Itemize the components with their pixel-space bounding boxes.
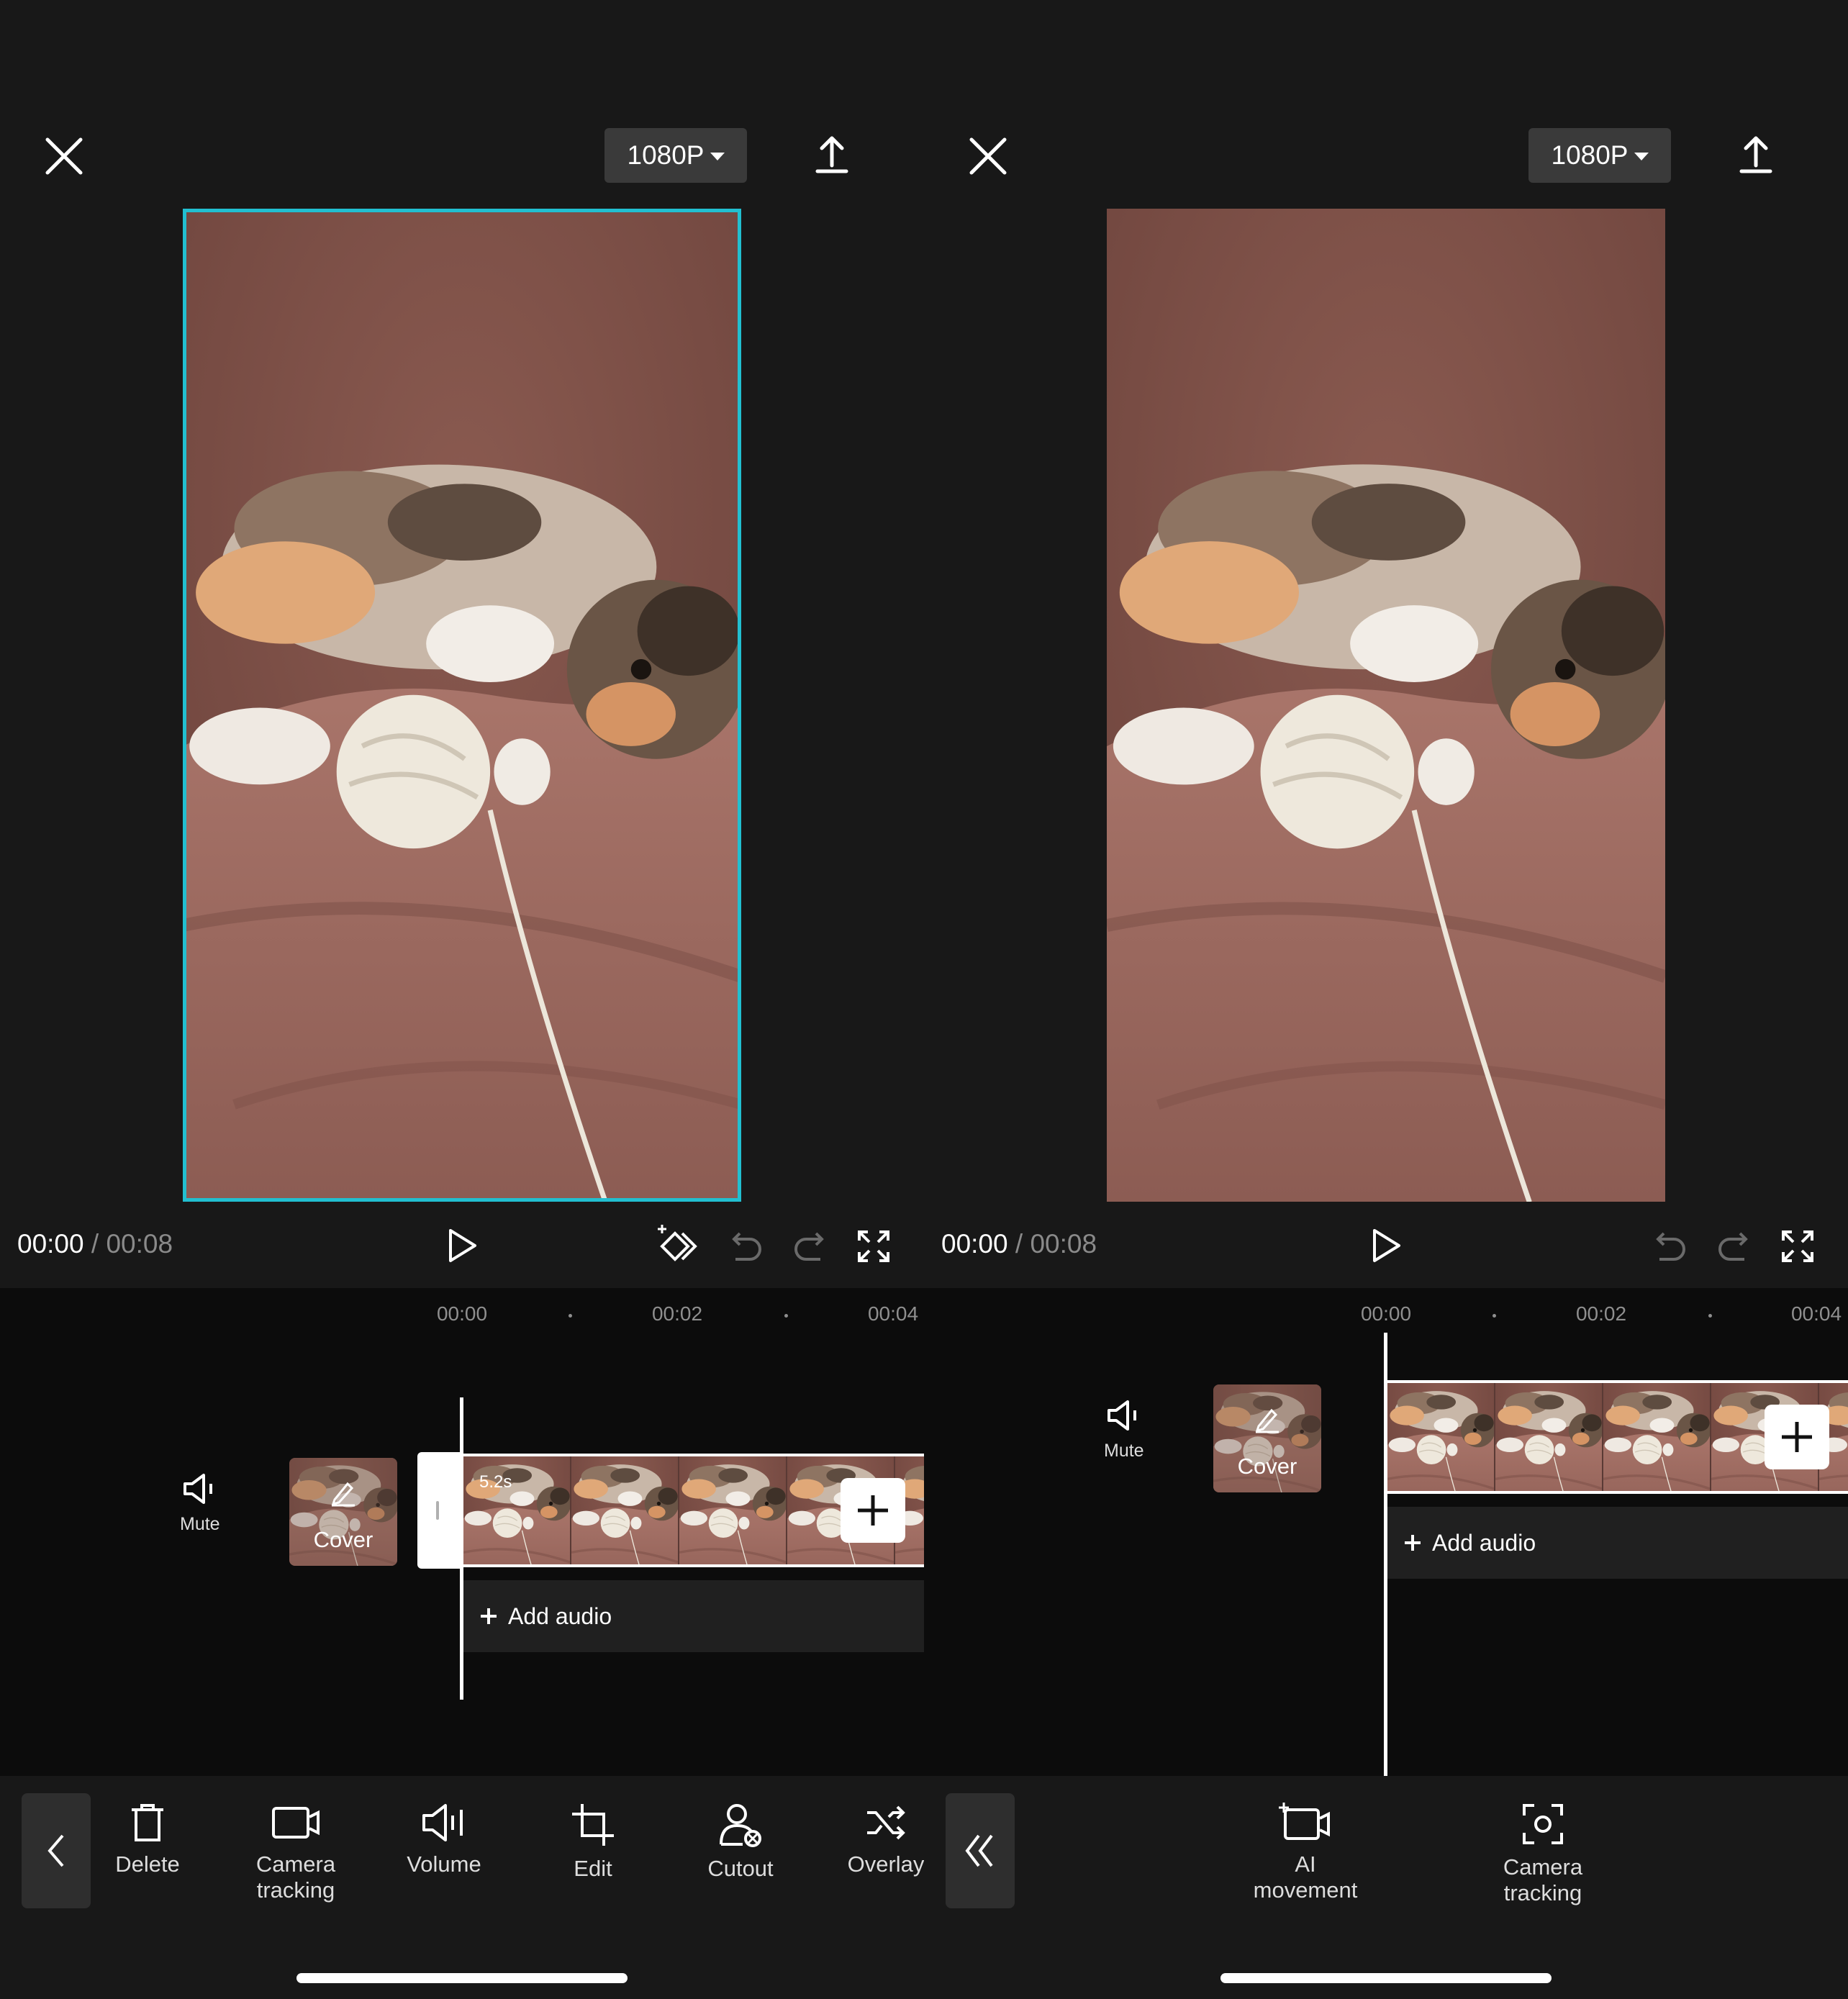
mute-button[interactable]: Mute — [1104, 1399, 1144, 1461]
volume-icon — [422, 1804, 463, 1841]
time-separator: / — [1015, 1229, 1023, 1259]
time-separator: / — [91, 1229, 99, 1259]
right-editor-panel: 1080P 00:00 / 00:08 00:00 00:02 00:04 Mu… — [924, 0, 1848, 1999]
fullscreen-icon[interactable] — [1780, 1229, 1815, 1264]
cover-button[interactable]: Cover — [1213, 1384, 1321, 1492]
tick-label: 00:00 — [1360, 1302, 1412, 1325]
tool-label: Delete — [115, 1851, 180, 1877]
keyframe-icon[interactable] — [656, 1223, 701, 1265]
tick-label: 00:02 — [651, 1302, 703, 1325]
export-upload-icon[interactable] — [1739, 134, 1773, 174]
trash-icon — [132, 1804, 163, 1841]
video-preview[interactable] — [1107, 209, 1665, 1202]
time-total: 00:08 — [1030, 1229, 1097, 1259]
plus-icon — [481, 1608, 497, 1624]
playhead[interactable] — [1384, 1333, 1387, 1776]
cover-label: Cover — [1237, 1454, 1297, 1479]
timecode: 00:00 / 00:08 — [941, 1229, 1097, 1259]
mute-label: Mute — [1104, 1441, 1144, 1461]
tool-edit[interactable]: Edit — [557, 1803, 629, 1882]
add-clip-button[interactable] — [1765, 1405, 1829, 1469]
redo-icon[interactable] — [1717, 1229, 1752, 1262]
resolution-label: 1080P — [627, 140, 705, 170]
resolution-label: 1080P — [1551, 140, 1629, 170]
time-current: 00:00 — [941, 1229, 1008, 1259]
left-editor-panel: 1080P 00:00 / 00:08 00:00 00:02 00:04 Mu… — [0, 0, 924, 1999]
tool-camera-tracking[interactable]: Camera tracking — [245, 1803, 346, 1903]
tool-label: Camera tracking — [255, 1851, 336, 1903]
tool-label: Overlay — [847, 1851, 924, 1877]
plus-icon — [1405, 1535, 1421, 1551]
add-audio-button[interactable]: Add audio — [1387, 1507, 1848, 1579]
play-icon[interactable] — [446, 1228, 479, 1264]
speaker-icon — [1107, 1400, 1136, 1431]
add-audio-label: Add audio — [1432, 1529, 1536, 1556]
tick-label: 00:04 — [1790, 1302, 1842, 1325]
home-indicator — [296, 1973, 628, 1983]
mute-label: Mute — [180, 1514, 220, 1534]
close-icon[interactable] — [45, 137, 83, 176]
add-audio-label: Add audio — [508, 1603, 612, 1629]
tool-camera-tracking[interactable]: Camera tracking — [1478, 1803, 1608, 1906]
tick-dot — [1708, 1314, 1712, 1318]
camera-icon — [272, 1807, 320, 1839]
back-button[interactable] — [22, 1793, 91, 1908]
tool-label: Camera tracking — [1503, 1854, 1583, 1905]
home-indicator — [1220, 1973, 1552, 1983]
time-current: 00:00 — [17, 1229, 84, 1259]
time-total: 00:08 — [106, 1229, 173, 1259]
fullscreen-icon[interactable] — [856, 1229, 891, 1264]
edit-pen-icon — [331, 1482, 355, 1507]
camera-tracking-icon — [1523, 1804, 1563, 1844]
clip-duration: 5.2s — [479, 1472, 512, 1492]
tick-dot — [1493, 1314, 1496, 1318]
crop-icon — [572, 1804, 614, 1846]
speaker-icon — [183, 1474, 212, 1504]
tick-label: 00:04 — [867, 1302, 919, 1325]
caret-down-icon — [710, 152, 725, 160]
collapse-button[interactable] — [946, 1793, 1015, 1908]
clip-trim-handle[interactable] — [417, 1452, 463, 1569]
tool-cutout[interactable]: Cutout — [701, 1803, 780, 1882]
cutout-icon — [720, 1804, 761, 1847]
tool-label: Cutout — [707, 1856, 774, 1881]
shuffle-icon — [867, 1805, 905, 1840]
timecode: 00:00 / 00:08 — [17, 1229, 173, 1259]
add-audio-button[interactable]: Add audio — [463, 1580, 924, 1652]
caret-down-icon — [1634, 152, 1649, 160]
tool-delete[interactable]: Delete — [112, 1803, 184, 1877]
undo-icon[interactable] — [728, 1229, 763, 1262]
bottom-toolbar — [924, 1776, 1848, 1999]
plus-icon — [1782, 1422, 1812, 1452]
tool-ai-movement[interactable]: AI movement — [1241, 1803, 1370, 1903]
close-icon[interactable] — [969, 137, 1007, 176]
play-icon[interactable] — [1370, 1228, 1403, 1264]
video-preview[interactable] — [184, 209, 740, 1202]
tick-dot — [569, 1314, 572, 1318]
tool-label: AI movement — [1253, 1851, 1358, 1903]
add-clip-button[interactable] — [841, 1478, 905, 1543]
tick-label: 00:00 — [436, 1302, 488, 1325]
plus-icon — [858, 1495, 888, 1526]
edit-pen-icon — [1255, 1408, 1279, 1433]
tool-volume[interactable]: Volume — [404, 1803, 484, 1877]
playhead[interactable] — [460, 1397, 463, 1700]
resolution-dropdown[interactable]: 1080P — [604, 128, 747, 183]
cover-button[interactable]: Cover — [289, 1458, 397, 1566]
double-chevron-left-icon — [965, 1834, 993, 1867]
tick-dot — [784, 1314, 788, 1318]
tool-label: Edit — [574, 1856, 612, 1881]
chevron-left-icon — [47, 1834, 64, 1867]
tick-label: 00:02 — [1575, 1302, 1627, 1325]
tool-overlay[interactable]: Overlay — [846, 1803, 924, 1877]
resolution-dropdown[interactable]: 1080P — [1528, 128, 1671, 183]
export-upload-icon[interactable] — [815, 134, 849, 174]
ai-movement-icon — [1279, 1803, 1330, 1840]
undo-icon[interactable] — [1652, 1229, 1687, 1262]
tool-label: Volume — [407, 1851, 481, 1877]
redo-icon[interactable] — [793, 1229, 828, 1262]
mute-button[interactable]: Mute — [180, 1472, 220, 1535]
cover-label: Cover — [313, 1527, 373, 1552]
